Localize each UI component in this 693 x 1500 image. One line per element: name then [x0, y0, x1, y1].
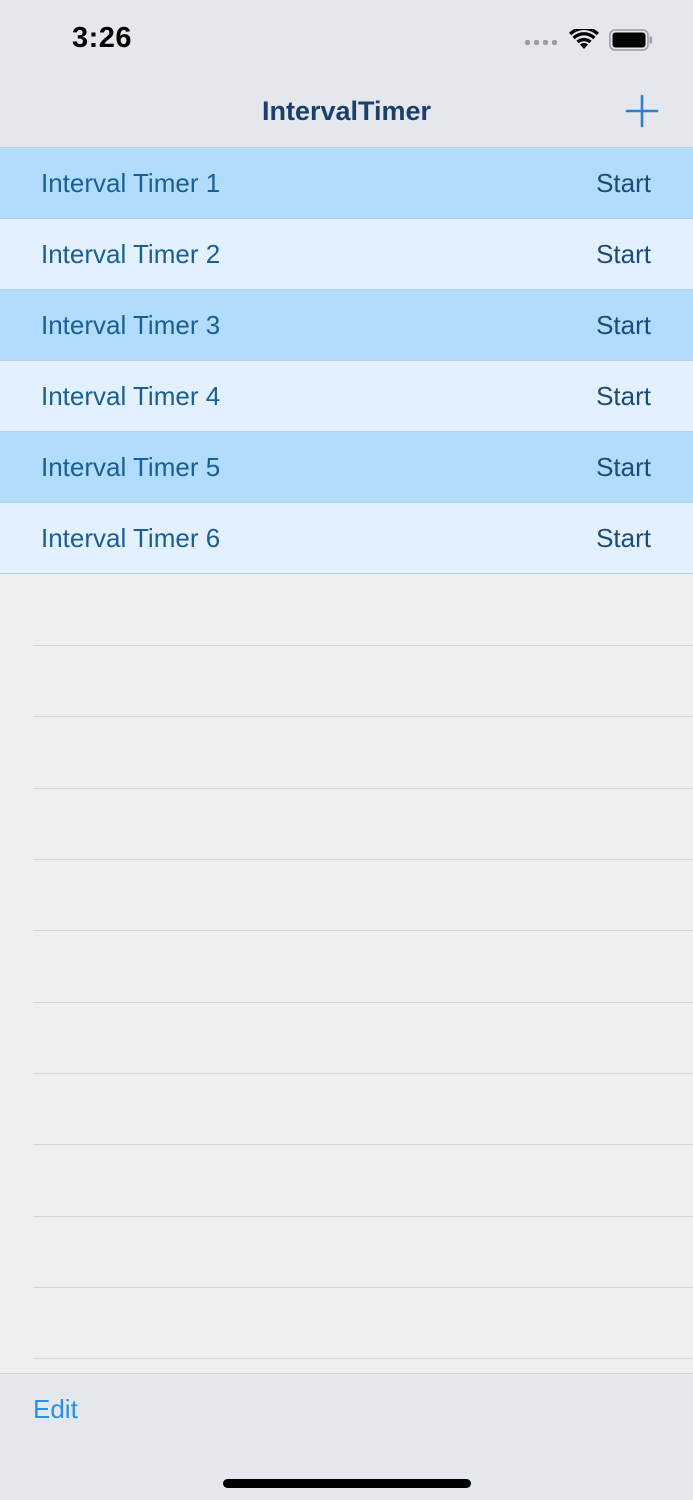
timer-name: Interval Timer 4 [41, 381, 221, 411]
navigation-bar: IntervalTimer [0, 78, 693, 148]
empty-list-area [0, 575, 693, 1373]
timer-row[interactable]: Interval Timer 1 Start [0, 148, 693, 219]
timer-row[interactable]: Interval Timer 3 Start [0, 290, 693, 361]
row-separator [33, 788, 693, 789]
timer-row[interactable]: Interval Timer 6 Start [0, 503, 693, 574]
timer-row[interactable]: Interval Timer 2 Start [0, 219, 693, 290]
timer-name: Interval Timer 6 [41, 523, 221, 553]
row-separator [33, 645, 693, 646]
start-button[interactable]: Start [596, 381, 651, 412]
timer-row[interactable]: Interval Timer 4 Start [0, 361, 693, 432]
start-button[interactable]: Start [596, 168, 651, 199]
row-separator [33, 1358, 693, 1359]
status-time: 3:26 [72, 22, 133, 54]
row-separator [33, 716, 693, 717]
row-separator [33, 1073, 693, 1074]
signal-dots-icon [525, 35, 557, 45]
bottom-toolbar: Edit [0, 1373, 693, 1500]
edit-button[interactable]: Edit [33, 1394, 78, 1425]
row-separator [33, 1002, 693, 1003]
plus-icon [625, 94, 659, 128]
start-button[interactable]: Start [596, 310, 651, 341]
timer-row[interactable]: Interval Timer 5 Start [0, 432, 693, 503]
row-separator [33, 1144, 693, 1145]
row-separator [33, 930, 693, 931]
row-separator [33, 859, 693, 860]
row-separator [33, 1216, 693, 1217]
start-button[interactable]: Start [596, 523, 651, 554]
timer-name: Interval Timer 3 [41, 310, 221, 340]
start-button[interactable]: Start [596, 452, 651, 483]
start-button[interactable]: Start [596, 239, 651, 270]
row-separator [33, 1287, 693, 1288]
home-indicator[interactable] [223, 1479, 471, 1488]
timer-list: Interval Timer 1 Start Interval Timer 2 … [0, 148, 693, 574]
add-timer-button[interactable] [625, 94, 659, 128]
battery-icon [609, 29, 652, 51]
wifi-icon [569, 29, 599, 49]
page-title: IntervalTimer [261, 96, 432, 126]
status-bar: 3:26 [0, 0, 693, 78]
timer-name: Interval Timer 2 [41, 239, 221, 269]
status-icons [525, 26, 653, 54]
timer-name: Interval Timer 1 [41, 168, 221, 198]
timer-name: Interval Timer 5 [41, 452, 221, 482]
